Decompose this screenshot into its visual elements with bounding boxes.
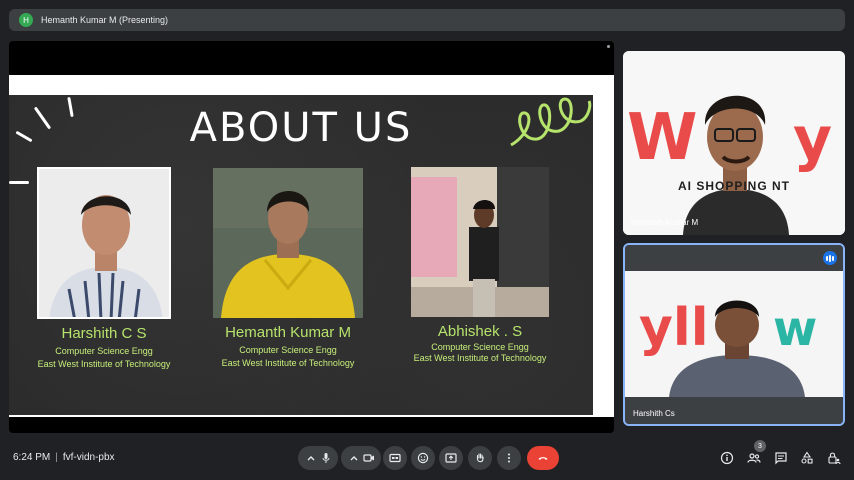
separator: | xyxy=(55,452,58,463)
raise-hand-button[interactable] xyxy=(468,446,492,470)
svg-text:yll: yll xyxy=(639,298,709,358)
people-count-badge: 3 xyxy=(754,440,766,452)
video-camera-icon[interactable] xyxy=(362,452,375,464)
participant-tile-active[interactable]: yll w Harshith Cs xyxy=(623,243,845,426)
stage-dot xyxy=(607,45,610,48)
reactions-button[interactable] xyxy=(411,446,435,470)
slide-title: ABOUT US xyxy=(189,105,413,151)
microphone-control[interactable] xyxy=(298,446,338,470)
speaking-indicator-icon xyxy=(823,251,837,265)
member-card: Hemanth Kumar M Computer Science Engg Ea… xyxy=(211,168,365,368)
captions-button[interactable] xyxy=(383,446,407,470)
member-dept: Computer Science Engg xyxy=(239,345,337,355)
presenter-avatar: H xyxy=(19,13,33,27)
presenting-bar: H Hemanth Kumar M (Presenting) xyxy=(9,9,845,31)
meeting-code[interactable]: fvf-vidn-pbx xyxy=(63,452,115,463)
present-screen-icon xyxy=(445,453,457,463)
meeting-info: 6:24 PM | fvf-vidn-pbx xyxy=(13,452,115,463)
presenting-title: Hemanth Kumar M (Presenting) xyxy=(41,15,169,25)
clock-time: 6:24 PM xyxy=(13,452,51,463)
camera-control[interactable] xyxy=(341,446,381,470)
member-photo xyxy=(37,167,171,319)
chevron-up-icon[interactable] xyxy=(305,452,317,464)
background-text: AI SHOPPING NT xyxy=(677,179,790,193)
member-name: Hemanth Kumar M xyxy=(225,324,351,341)
presentation-stage[interactable]: ABOUT US Harshith C S Computer Science E… xyxy=(9,41,614,433)
member-name: Harshith C S xyxy=(61,325,147,342)
host-controls-button[interactable] xyxy=(826,450,842,466)
activities-button[interactable] xyxy=(799,450,815,466)
member-college: East West Institute of Technology xyxy=(413,353,547,363)
svg-text:w: w xyxy=(773,301,817,357)
member-college: East West Institute of Technology xyxy=(221,358,355,368)
member-card: Harshith C S Computer Science Engg East … xyxy=(27,167,181,369)
chat-button[interactable] xyxy=(773,450,789,466)
member-dept: Computer Science Engg xyxy=(431,342,529,352)
participant-video: yll w xyxy=(625,245,843,424)
emoji-icon xyxy=(417,452,429,464)
info-icon xyxy=(720,451,734,465)
present-button[interactable] xyxy=(439,446,463,470)
participant-video: W y xyxy=(623,51,845,235)
member-college: East West Institute of Technology xyxy=(37,359,171,369)
participant-tile[interactable]: W y AI SHOPPING NT Hemanth Kumar M xyxy=(623,51,845,235)
member-photo xyxy=(411,167,549,317)
participant-name: Hemanth Kumar M xyxy=(631,218,699,227)
lock-person-icon xyxy=(828,452,841,465)
slide-content: ABOUT US Harshith C S Computer Science E… xyxy=(9,95,593,415)
svg-text:W: W xyxy=(627,101,698,175)
more-options-button[interactable] xyxy=(497,446,521,470)
svg-text:y: y xyxy=(793,104,832,174)
member-name: Abhishek . S xyxy=(437,323,523,340)
member-card: Abhishek . S Computer Science Engg East … xyxy=(401,167,559,363)
chalk-stroke xyxy=(9,181,29,184)
more-vertical-icon xyxy=(508,453,510,463)
meeting-controls: 6:24 PM | fvf-vidn-pbx xyxy=(0,438,854,480)
leave-call-button[interactable] xyxy=(527,446,559,470)
activities-icon xyxy=(801,451,813,464)
microphone-icon[interactable] xyxy=(320,452,332,464)
member-photo xyxy=(213,168,363,318)
people-icon xyxy=(747,453,761,463)
member-dept: Computer Science Engg xyxy=(55,346,153,356)
hang-up-icon xyxy=(538,457,548,460)
chevron-up-icon[interactable] xyxy=(348,452,360,464)
hand-icon xyxy=(476,453,484,463)
meeting-details-button[interactable] xyxy=(719,450,735,466)
closed-captions-icon xyxy=(389,453,401,463)
chat-icon xyxy=(775,452,787,465)
people-button[interactable] xyxy=(746,450,762,466)
participant-name: Harshith Cs xyxy=(633,409,675,418)
